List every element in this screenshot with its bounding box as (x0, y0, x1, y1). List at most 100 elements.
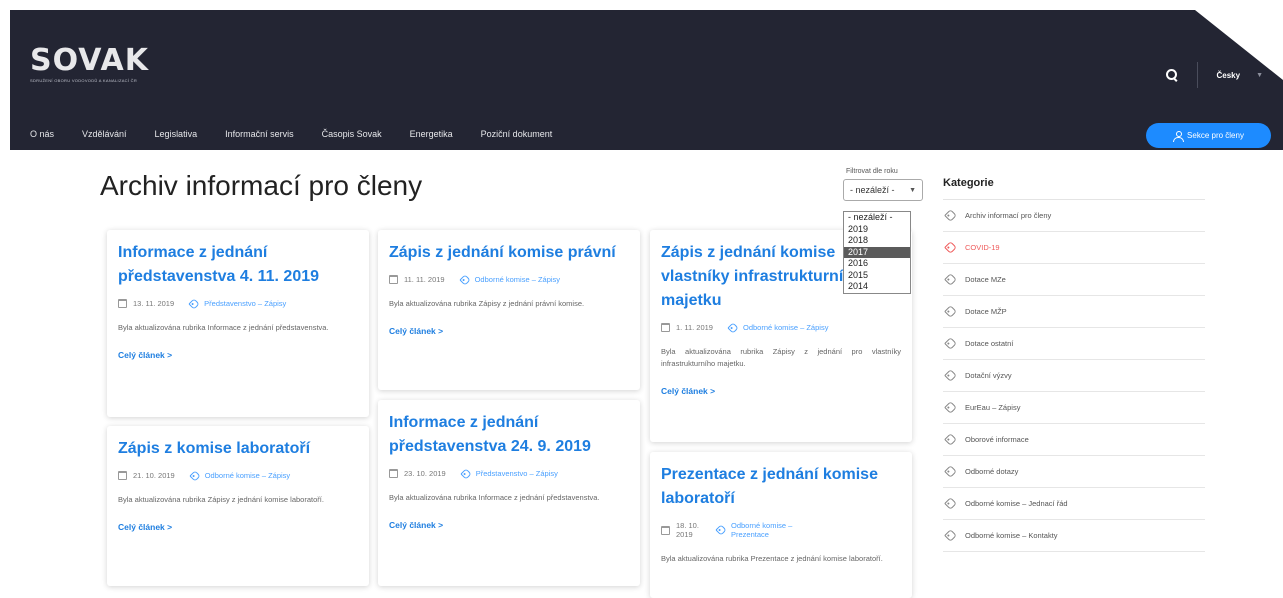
category-text: Odborné komise – Prezentace (731, 521, 793, 539)
site-logo[interactable]: SOVAK Sdružení oboru vodovodů a kanaliza… (30, 46, 190, 86)
article-title[interactable]: Informace z jednání představenstva 4. 11… (118, 241, 358, 289)
article-meta: 1. 11. 2019 Odborné komise – Zápisy (661, 321, 901, 334)
category-label: COVID-19 (965, 243, 1000, 252)
category-item[interactable]: Dotace MŽP (943, 296, 1205, 328)
category-text: Odborné komise – Zápisy (474, 275, 561, 284)
tag-icon (188, 297, 200, 310)
category-item[interactable]: Oborové informace (943, 424, 1205, 456)
year-option[interactable]: 2015 (844, 270, 910, 282)
nav-item-energetika[interactable]: Energetika (410, 129, 453, 139)
category-item[interactable]: Odborné komise – Jednací řád (943, 488, 1205, 520)
nav-item-informacni-servis[interactable]: Informační servis (225, 129, 294, 139)
year-option[interactable]: - nezáleží - (844, 212, 910, 224)
category-item[interactable]: Dotační výzvy (943, 360, 1205, 392)
year-select[interactable]: - nezáleží - ▼ (843, 179, 923, 201)
article-date: 21. 10. 2019 (118, 471, 175, 480)
article-card: Zápis z komise laboratoří 21. 10. 2019 O… (107, 426, 369, 586)
category-text: Odborné komise – Zápisy (742, 323, 829, 332)
page-title: Archiv informací pro členy (100, 170, 423, 201)
date-text: 23. 10. 2019 (404, 469, 446, 478)
tag-icon (944, 497, 957, 510)
tag-icon (460, 467, 472, 480)
header-divider (1197, 62, 1199, 88)
category-label: Dotace MŽP (965, 307, 1007, 316)
article-card: Zápis z jednání komise právní 11. 11. 20… (378, 230, 640, 390)
article-category[interactable]: Odborné komise – Prezentace (715, 521, 807, 539)
year-option[interactable]: 2014 (844, 281, 910, 293)
calendar-icon (661, 525, 670, 535)
calendar-icon (389, 469, 398, 478)
language-switcher[interactable]: Česky ▼ (1216, 71, 1263, 80)
year-option[interactable]: 2016 (844, 258, 910, 270)
year-filter: Filtrovat dle roku - nezáleží - ▼ (843, 168, 923, 201)
year-option-highlighted[interactable]: 2017 (844, 246, 910, 258)
category-item[interactable]: Odborné komise – Kontakty (943, 520, 1205, 552)
article-category[interactable]: Odborné komise – Zápisy (458, 273, 561, 286)
read-more-link[interactable]: Celý článek > (118, 522, 358, 532)
category-item[interactable]: Odborné dotazy (943, 456, 1205, 488)
nav-item-o-nas[interactable]: O nás (30, 129, 54, 139)
search-icon[interactable] (1165, 68, 1179, 82)
category-item[interactable]: Dotace MZe (943, 264, 1205, 296)
article-category[interactable]: Představenstvo – Zápisy (188, 297, 287, 310)
year-select-value: - nezáleží - (850, 185, 895, 195)
article-excerpt: Byla aktualizována rubrika Zápisy z jedn… (661, 347, 901, 368)
article-excerpt: Byla aktualizována rubrika Informace z j… (389, 493, 600, 502)
article-date: 18. 10. 2019 (661, 521, 701, 539)
category-text: Odborné komise – Zápisy (204, 471, 291, 480)
article-title[interactable]: Zápis z jednání komise právní (389, 241, 629, 265)
nav-item-legislativa[interactable]: Legislativa (155, 129, 198, 139)
tag-icon (189, 469, 201, 482)
tag-icon (944, 465, 957, 478)
article-category[interactable]: Představenstvo – Zápisy (460, 467, 558, 480)
article-meta: 13. 11. 2019 Představenstvo – Zápisy (118, 297, 358, 310)
article-title[interactable]: Zápis z komise laboratoří (118, 437, 358, 461)
tag-icon (715, 524, 727, 536)
category-label: Archiv informací pro členy (965, 211, 1052, 220)
user-icon (1173, 131, 1185, 142)
tag-icon (944, 433, 957, 446)
calendar-icon (118, 299, 127, 308)
read-more-link[interactable]: Celý článek > (389, 326, 629, 336)
category-sidebar: Kategorie Archiv informací pro členy COV… (943, 177, 1205, 552)
header-tools: Česky ▼ (1165, 62, 1263, 88)
nav-item-pozicni-dokument[interactable]: Poziční dokument (481, 129, 553, 139)
year-option[interactable]: 2019 (844, 224, 910, 236)
category-label: Dotace ostatní (965, 339, 1014, 348)
tag-icon (944, 305, 957, 318)
year-dropdown: - nezáleží - 2019 2018 2017 2016 2015 20… (843, 211, 911, 294)
year-option[interactable]: 2018 (844, 235, 910, 247)
article-category[interactable]: Odborné komise – Zápisy (189, 469, 291, 482)
tag-icon (944, 337, 957, 350)
category-item[interactable]: Dotace ostatní (943, 328, 1205, 360)
article-title[interactable]: Prezentace z jednání komise laboratoří (661, 463, 901, 511)
category-item[interactable]: EurEau – Zápisy (943, 392, 1205, 424)
article-date: 11. 11. 2019 (389, 275, 445, 284)
calendar-icon (661, 323, 670, 332)
category-item-covid[interactable]: COVID-19 (943, 232, 1205, 264)
category-text: Představenstvo – Zápisy (204, 299, 287, 308)
article-meta: 21. 10. 2019 Odborné komise – Zápisy (118, 469, 358, 482)
nav-item-vzdelavani[interactable]: Vzdělávání (82, 129, 127, 139)
article-category[interactable]: Odborné komise – Zápisy (727, 321, 829, 334)
category-label: Dotace MZe (965, 275, 1006, 284)
read-more-link[interactable]: Celý článek > (118, 350, 358, 360)
read-more-link[interactable]: Celý článek > (389, 520, 629, 530)
read-more-link[interactable]: Celý článek > (661, 386, 901, 396)
category-label: Oborové informace (965, 435, 1029, 444)
article-title[interactable]: Informace z jednání představenstva 24. 9… (389, 411, 629, 459)
filter-label: Filtrovat dle roku (846, 168, 898, 175)
calendar-icon (118, 471, 127, 480)
article-date: 23. 10. 2019 (389, 469, 446, 478)
article-excerpt: Byla aktualizována rubrika Prezentace z … (661, 554, 883, 563)
members-section-button[interactable]: Sekce pro členy (1146, 123, 1271, 148)
chevron-down-icon: ▼ (1256, 71, 1263, 79)
page-frame: SOVAK Sdružení oboru vodovodů a kanaliza… (0, 10, 1283, 598)
sidebar-title: Kategorie (943, 177, 994, 189)
nav-item-casopis-sovak[interactable]: Časopis Sovak (322, 129, 382, 139)
category-item[interactable]: Archiv informací pro členy (943, 200, 1205, 232)
category-label: EurEau – Zápisy (965, 403, 1021, 412)
article-meta: 23. 10. 2019 Představenstvo – Zápisy (389, 467, 629, 480)
tag-icon (944, 273, 957, 286)
article-meta: 11. 11. 2019 Odborné komise – Zápisy (389, 273, 629, 286)
